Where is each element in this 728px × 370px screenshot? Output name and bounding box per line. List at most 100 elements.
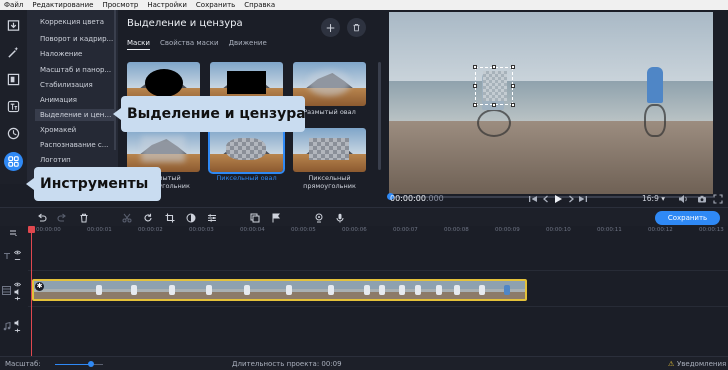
- undo-button[interactable]: [36, 212, 48, 223]
- mask-thumb-pixel-rect[interactable]: [293, 128, 366, 172]
- fullscreen-button[interactable]: [712, 193, 723, 204]
- filters-tool[interactable]: [4, 43, 23, 62]
- microphone-icon: [336, 213, 344, 222]
- link-icon[interactable]: [14, 296, 21, 301]
- import-tool[interactable]: [4, 16, 23, 35]
- ruler-tick: 00:00:11: [597, 227, 622, 233]
- grid-icon: [8, 156, 19, 167]
- insert-button[interactable]: [249, 212, 261, 223]
- mask-panel-scrollbar[interactable]: [378, 62, 381, 170]
- speaker-icon[interactable]: [14, 289, 21, 295]
- instruments-tool[interactable]: [4, 152, 23, 171]
- track-divider: [28, 270, 728, 271]
- rotate-button[interactable]: [142, 212, 154, 223]
- video-clip[interactable]: ✱: [32, 279, 527, 301]
- resize-handle[interactable]: [492, 103, 496, 107]
- resize-handle[interactable]: [511, 103, 515, 107]
- marker-button[interactable]: [270, 212, 282, 223]
- preview-frame[interactable]: [389, 12, 713, 194]
- ruler-tick: 00:00:07: [393, 227, 418, 233]
- mask-thumb-blurred-rect[interactable]: [127, 128, 200, 172]
- webcam-record-button[interactable]: [313, 212, 325, 223]
- crop-button[interactable]: [164, 212, 176, 223]
- playhead[interactable]: [31, 226, 32, 356]
- menu-settings[interactable]: Настройки: [147, 0, 187, 10]
- category-item-selected[interactable]: Выделение и цензу...: [35, 109, 115, 121]
- menu-file[interactable]: Файл: [4, 0, 23, 10]
- titles-tool[interactable]: [4, 97, 23, 116]
- menu-help[interactable]: Справка: [244, 0, 275, 10]
- voice-record-button[interactable]: [334, 212, 346, 223]
- category-item[interactable]: Хромакей: [40, 124, 116, 136]
- resize-handle[interactable]: [492, 65, 496, 69]
- redo-icon: [57, 213, 66, 222]
- ruler-tick: 00:00:04: [240, 227, 265, 233]
- tab-mask-properties[interactable]: Свойства маски: [160, 39, 219, 50]
- eye-icon[interactable]: [14, 250, 21, 255]
- cut-button[interactable]: [121, 212, 133, 223]
- category-item[interactable]: Логотип: [40, 154, 116, 166]
- go-start-button[interactable]: [527, 193, 538, 204]
- rectangle-mask-shape: [227, 71, 266, 94]
- category-scrollbar[interactable]: [114, 10, 116, 150]
- flag-icon: [272, 213, 280, 222]
- next-frame-button[interactable]: [565, 193, 576, 204]
- eye-icon[interactable]: [14, 282, 21, 287]
- redo-button[interactable]: [56, 212, 68, 223]
- next-frame-icon: [568, 195, 574, 202]
- resize-handle[interactable]: [473, 65, 477, 69]
- crop-icon: [165, 213, 175, 222]
- delete-mask-button[interactable]: [347, 18, 366, 37]
- transitions-tool[interactable]: [4, 70, 23, 89]
- video-editor-window: Файл Редактирование Просмотр Настройки С…: [0, 0, 728, 370]
- color-adjust-button[interactable]: [185, 212, 197, 223]
- link-icon[interactable]: [14, 328, 21, 333]
- playhead-handle[interactable]: [28, 226, 35, 233]
- category-item[interactable]: Распознавание с...: [40, 139, 116, 151]
- stickers-tool[interactable]: [4, 124, 23, 143]
- volume-button[interactable]: [677, 193, 688, 204]
- tab-masks[interactable]: Маски: [127, 39, 150, 50]
- add-mask-button[interactable]: +: [321, 18, 340, 37]
- save-button[interactable]: Сохранить: [655, 211, 720, 225]
- delete-button[interactable]: [78, 212, 90, 223]
- aspect-ratio-select[interactable]: 16:9 ▾: [642, 194, 665, 203]
- speaker-icon[interactable]: [14, 320, 21, 326]
- resize-handle[interactable]: [473, 84, 477, 88]
- plus-icon: +: [325, 20, 336, 35]
- menu-edit[interactable]: Редактирование: [32, 0, 93, 10]
- timecode-ms: .000: [425, 194, 444, 203]
- gear-icon[interactable]: ✱: [35, 282, 44, 291]
- bell-icon: ⚠: [668, 360, 675, 368]
- category-item[interactable]: Масштаб и панор...: [40, 64, 116, 76]
- import-icon: [7, 20, 20, 31]
- menu-view[interactable]: Просмотр: [102, 0, 138, 10]
- go-end-button[interactable]: [577, 193, 588, 204]
- video-track-icon: [2, 286, 11, 295]
- category-item[interactable]: Коррекция цвета: [40, 16, 116, 28]
- category-item[interactable]: Стабилизация: [40, 79, 116, 91]
- notifications-link[interactable]: Уведомления: [677, 360, 726, 368]
- prev-frame-button[interactable]: [540, 193, 551, 204]
- mask-selection-box[interactable]: [473, 65, 515, 107]
- insert-icon: [250, 213, 260, 222]
- timeline-ruler[interactable]: 00:00:00 00:00:01 00:00:02 00:00:03 00:0…: [28, 226, 728, 236]
- category-item[interactable]: Анимация: [40, 94, 116, 106]
- category-item[interactable]: Поворот и кадрир...: [40, 33, 116, 45]
- menu-save[interactable]: Сохранить: [196, 0, 235, 10]
- snapshot-button[interactable]: [696, 193, 707, 204]
- tab-motion[interactable]: Движение: [229, 39, 267, 50]
- camera-icon: [697, 195, 706, 202]
- zoom-slider-knob[interactable]: [88, 361, 94, 367]
- play-button[interactable]: [552, 193, 563, 204]
- resize-handle[interactable]: [511, 65, 515, 69]
- zoom-slider-fill: [55, 364, 91, 365]
- mask-thumb-pixel-oval[interactable]: [208, 126, 285, 174]
- link-icon[interactable]: [14, 257, 21, 262]
- instrument-category-list: Коррекция цвета Поворот и кадрир... Нало…: [27, 10, 118, 184]
- clip-properties-button[interactable]: [206, 212, 218, 223]
- ruler-tick: 00:00:01: [87, 227, 112, 233]
- category-item[interactable]: Наложение: [40, 48, 116, 60]
- resize-handle[interactable]: [511, 84, 515, 88]
- resize-handle[interactable]: [473, 103, 477, 107]
